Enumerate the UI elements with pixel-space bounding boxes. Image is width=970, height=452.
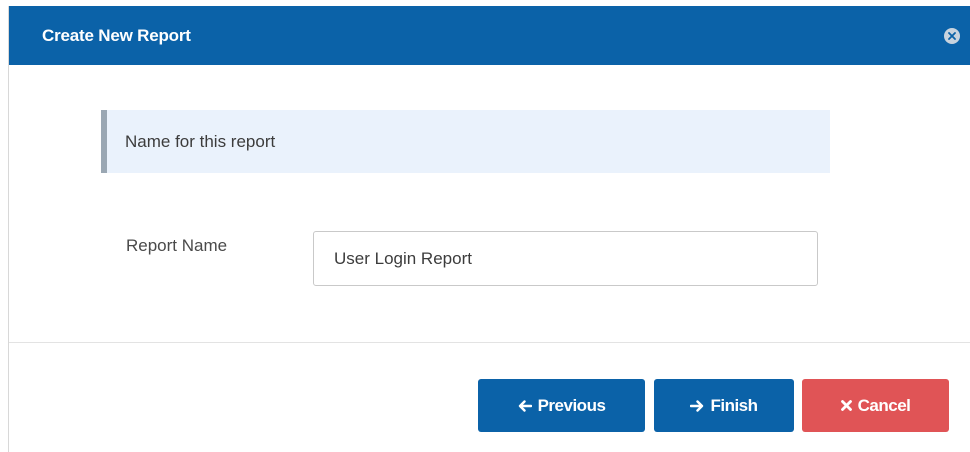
info-text: Name for this report — [125, 131, 276, 151]
dialog-footer: Previous Finish Cancel — [9, 342, 970, 452]
arrow-right-icon — [690, 399, 704, 412]
previous-label: Previous — [537, 395, 606, 415]
create-report-dialog: Create New Report Name for this report R… — [8, 6, 970, 452]
dialog-title: Create New Report — [42, 25, 191, 45]
info-panel: Name for this report — [101, 110, 830, 173]
finish-button[interactable]: Finish — [654, 379, 794, 432]
previous-button[interactable]: Previous — [478, 379, 645, 432]
report-name-input[interactable] — [313, 231, 818, 286]
close-x-glyph — [948, 31, 956, 40]
dialog-header: Create New Report — [9, 6, 970, 65]
arrow-left-icon — [518, 399, 532, 412]
report-name-label: Report Name — [126, 236, 228, 255]
close-icon[interactable] — [944, 27, 960, 44]
cancel-button[interactable]: Cancel — [802, 379, 949, 432]
finish-label: Finish — [710, 395, 758, 415]
dialog-body: Name for this report — [9, 65, 970, 343]
cancel-label: Cancel — [857, 395, 911, 415]
times-icon — [840, 400, 852, 411]
